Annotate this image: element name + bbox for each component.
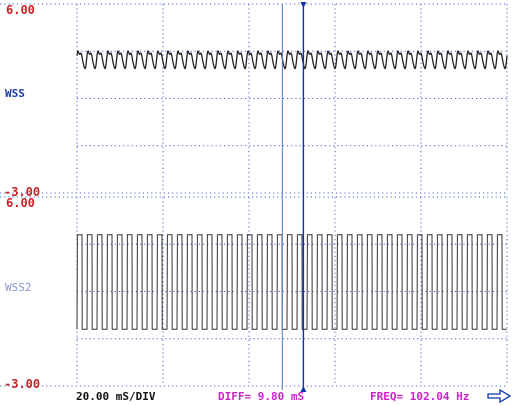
wss2-scale-max-label: 6.00 — [6, 196, 35, 210]
wss-scale-max-label: 6.00 — [6, 3, 35, 17]
oscilloscope-display: 6.00 -3.00 6.00 -3.00 WSS WSS2 20.00 mS/… — [0, 2, 512, 404]
freq-readout: FREQ= 102.04 Hz — [370, 390, 469, 403]
grid-channel-wss2 — [0, 196, 508, 387]
timebase-readout: 20.00 mS/DIV — [76, 390, 156, 403]
wss2-trace — [76, 234, 507, 330]
right-arrow-icon[interactable] — [487, 388, 512, 404]
cursor-b-top-marker[interactable] — [300, 2, 307, 8]
wss-channel-label: WSS — [5, 87, 25, 100]
grid-channel-wss — [0, 3, 508, 194]
wss2-channel-label: WSS2 — [5, 281, 32, 294]
wss2-scale-min-label: -3.00 — [4, 377, 40, 391]
diff-readout: DIFF= 9.80 mS — [218, 390, 304, 403]
wss-trace — [76, 50, 508, 70]
